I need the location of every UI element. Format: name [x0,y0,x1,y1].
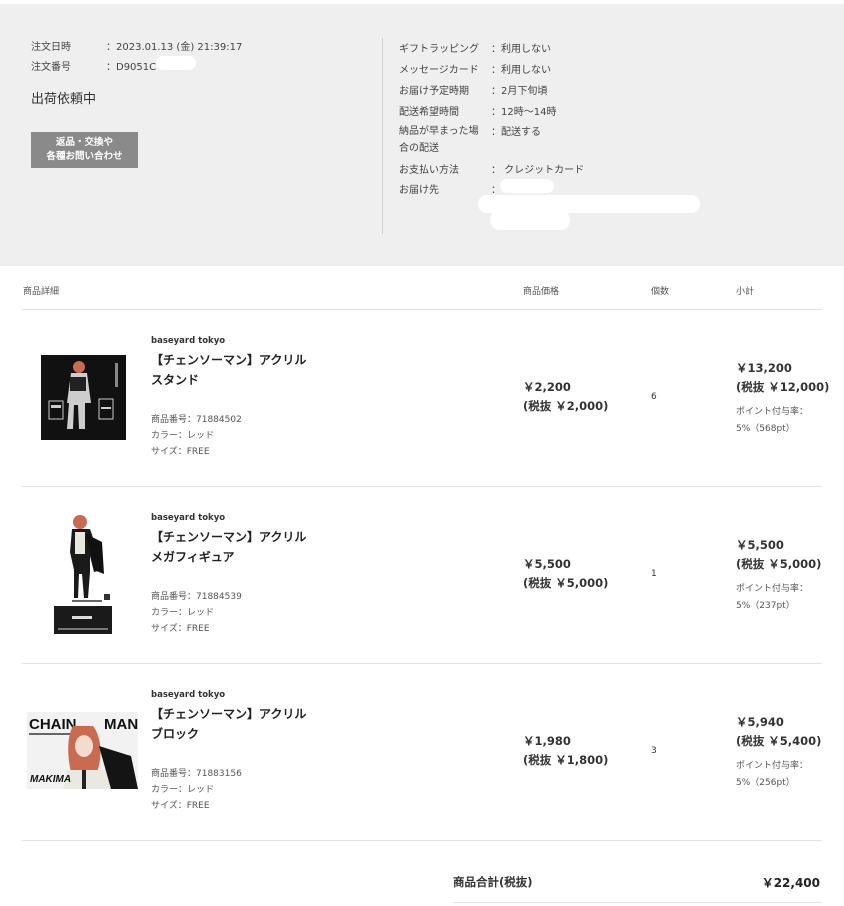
row-divider [22,840,822,841]
product-size: サイズ：FREE [151,801,210,811]
product-size: サイズ：FREE [151,624,210,634]
product-price-ex-tax: (税抜 ￥2,000) [523,399,609,413]
product-brand: baseyard tokyo [151,513,226,523]
detail-value-gift-wrapping: ：利用しない [491,44,551,55]
detail-label-delivery-period: お届け予定時期 [399,86,469,97]
order-number-label: 注文番号 [31,62,71,73]
total-label: 商品合計(税抜) [453,875,533,889]
product-thumbnail-acrylic-block[interactable]: CHAIN MAN MAKIMA [27,712,138,789]
product-brand: baseyard tokyo [151,690,226,700]
detail-label-address: お届け先 [399,185,439,196]
order-status: 出荷依頼中 [31,92,97,107]
product-quantity: 1 [651,569,657,579]
product-image: CHAIN MAN MAKIMA [27,712,138,789]
product-number: 商品番号：71883156 [151,769,242,779]
product-brand: baseyard tokyo [151,336,226,346]
product-color: カラー：レッド [151,608,215,618]
points-rate-label: ポイント付与率： [736,584,809,594]
product-size: サイズ：FREE [151,447,210,457]
subtotal: ￥5,500 [736,538,784,552]
product-price: ￥2,200 [523,380,571,394]
points-rate-value: 5%（237pt） [736,601,795,611]
redaction-mark [156,56,196,70]
detail-value-delivery-time: ：12時〜14時 [491,107,557,118]
product-color: カラー：レッド [151,431,215,441]
product-name[interactable]: 【チェンソーマン】アクリルスタンド [151,350,311,390]
points-rate-value: 5%（256pt） [736,778,795,788]
product-price-ex-tax: (税抜 ￥1,800) [523,753,609,767]
detail-value-early-delivery: ：配送する [491,127,541,138]
product-price: ￥1,980 [523,734,571,748]
product-image [41,355,126,440]
detail-label-payment: お支払い方法 [399,165,459,176]
product-number: 商品番号：71884502 [151,415,242,425]
total-value: ￥22,400 [761,876,820,890]
order-date-value: ：2023.01.13 (金) 21:39:17 [106,42,243,53]
redaction-mark [500,179,554,193]
product-price: ￥5,500 [523,557,571,571]
redaction-mark [490,210,570,230]
detail-label-gift-wrapping: ギフトラッピング [399,44,479,55]
subtotal: ￥13,200 [736,361,792,375]
subtotal: ￥5,940 [736,715,784,729]
detail-label-message-card: メッセージカード [399,65,479,76]
order-number-value: ：D9051C [106,62,157,73]
product-thumbnail-mega-figure[interactable] [50,512,116,636]
col-header-quantity: 個数 [651,287,670,297]
subtotal-ex-tax: (税抜 ￥12,000) [736,380,830,394]
product-name[interactable]: 【チェンソーマン】アクリルブロック [151,704,311,744]
product-price-ex-tax: (税抜 ￥5,000) [523,576,609,590]
product-thumbnail-acrylic-stand[interactable] [41,355,126,440]
row-divider [22,486,822,487]
product-number: 商品番号：71884539 [151,592,242,602]
subtotal-ex-tax: (税抜 ￥5,400) [736,734,822,748]
logo-text-2: MAN [104,716,138,733]
product-quantity: 6 [651,392,657,402]
total-divider [453,902,822,903]
logo-text: CHAIN [29,716,77,733]
row-divider [22,309,822,310]
points-rate-label: ポイント付与率： [736,407,809,417]
order-date-label: 注文日時 [31,42,71,53]
points-rate-label: ポイント付与率： [736,761,809,771]
product-quantity: 3 [651,746,657,756]
product-color: カラー：レッド [151,785,215,795]
detail-value-delivery-period: ：2月下旬頃 [491,86,548,97]
product-name[interactable]: 【チェンソーマン】アクリルメガフィギュア [151,527,311,567]
detail-label-early-delivery: 納品が早まった場 合の配送 [399,126,479,154]
character-name-text: MAKIMA [30,774,71,785]
col-header-price: 商品価格 [523,287,560,297]
detail-value-message-card: ：利用しない [491,65,551,76]
subtotal-ex-tax: (税抜 ￥5,000) [736,557,822,571]
detail-label-delivery-time: 配送希望時間 [399,107,459,118]
row-divider [22,663,822,664]
product-image [54,515,112,634]
detail-value-payment: ： クレジットカード [491,165,585,176]
col-header-product-detail: 商品詳細 [23,287,60,297]
vertical-divider [382,38,383,234]
col-header-subtotal: 小計 [736,287,755,297]
points-rate-value: 5%（568pt） [736,424,795,434]
return-exchange-inquiry-button[interactable]: 返品・交換や 各種お問い合わせ [31,132,138,168]
